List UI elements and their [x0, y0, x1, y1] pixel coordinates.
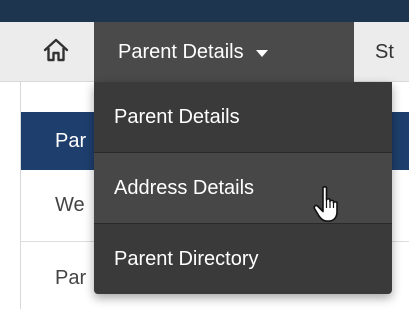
- parent-details-dropdown: Parent Details Address Details Parent Di…: [94, 82, 392, 294]
- next-nav-tab[interactable]: St: [375, 22, 409, 82]
- main-navbar: Parent Details St: [0, 22, 409, 82]
- hand-pointer-icon: [312, 185, 346, 225]
- menu-item-label: Parent Details: [114, 105, 240, 128]
- menu-item-label: Parent Directory: [114, 248, 259, 270]
- menu-item-label: Address Details: [114, 176, 255, 199]
- home-icon: [42, 36, 70, 69]
- home-button[interactable]: [20, 22, 92, 82]
- menu-item-parent-details[interactable]: Parent Details: [94, 82, 392, 153]
- parent-details-tab-label: Parent Details: [118, 40, 244, 63]
- parent-details-tab[interactable]: Parent Details: [94, 22, 354, 82]
- panel-title: Par: [55, 129, 87, 152]
- caret-down-icon: [255, 49, 268, 57]
- list-item-label: We: [55, 194, 85, 216]
- top-bar: [0, 0, 409, 22]
- menu-item-parent-directory[interactable]: Parent Directory: [94, 224, 392, 295]
- list-item-label: Par: [55, 266, 87, 289]
- menu-item-address-details[interactable]: Address Details: [94, 153, 392, 224]
- next-nav-tab-label: St: [375, 40, 394, 63]
